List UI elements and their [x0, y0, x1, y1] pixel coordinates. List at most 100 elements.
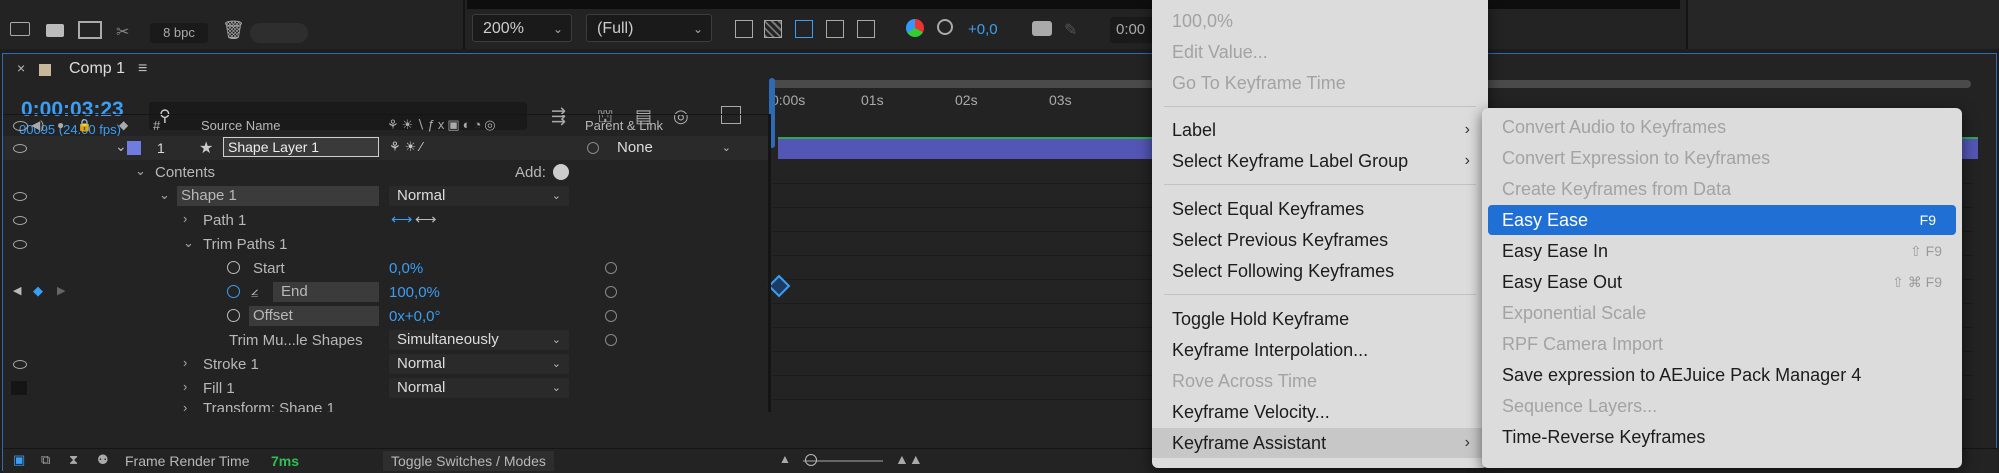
render-time-icon[interactable]: ⚉	[97, 452, 109, 468]
submenu-item-save-expression[interactable]: Save expression to AEJuice Pack Manager …	[1482, 360, 1962, 390]
stroke1-blend-dropdown[interactable]: Normal ⌄	[389, 354, 569, 374]
stopwatch-icon[interactable]	[227, 309, 240, 322]
menu-item-keyframe-assistant[interactable]: Keyframe Assistant ›	[1152, 428, 1488, 458]
end-row[interactable]: ◀ ◆ ▶ ⦤ End 100,0%	[3, 280, 768, 304]
menu-item-select-previous[interactable]: Select Previous Keyframes	[1152, 225, 1488, 255]
transfer-controls-toggle-icon[interactable]: ⧗	[69, 452, 78, 468]
twirl-down-icon[interactable]: ⌄	[115, 138, 127, 155]
flowchart-icon[interactable]	[10, 22, 30, 36]
twirl-down-icon[interactable]: ⌄	[159, 187, 170, 203]
color-channels-icon[interactable]	[906, 19, 924, 37]
render-toggle-icon[interactable]: ▣	[13, 452, 25, 468]
twirl-right-icon[interactable]: ›	[183, 400, 187, 412]
twirl-right-icon[interactable]: ›	[183, 379, 187, 394]
label-tag-icon[interactable]: ◆	[119, 118, 128, 132]
trim-multiple-dropdown[interactable]: Simultaneously ⌄	[389, 330, 569, 350]
pickwhip-icon[interactable]	[587, 142, 599, 154]
menu-item-toggle-hold[interactable]: Toggle Hold Keyframe	[1152, 304, 1488, 334]
close-tab-icon[interactable]: ×	[17, 60, 25, 76]
fast-preview-icon[interactable]	[735, 20, 753, 38]
expression-pickwhip-icon[interactable]	[605, 310, 617, 322]
menu-item-select-label-group[interactable]: Select Keyframe Label Group ›	[1152, 146, 1488, 176]
prev-keyframe-icon[interactable]: ◀	[13, 284, 21, 297]
start-row[interactable]: Start 0,0%	[3, 256, 768, 280]
next-keyframe-icon[interactable]: ▶	[57, 284, 65, 297]
path1-row[interactable]: › Path 1 ⟷ ⟷	[3, 208, 768, 232]
panel-menu-icon[interactable]: ≡	[138, 60, 147, 78]
stroke1-row[interactable]: › Stroke 1 Normal ⌄	[3, 352, 768, 376]
transform-row[interactable]: › Transform: Shape 1	[3, 400, 768, 412]
path-direction-icon[interactable]: ⟷	[391, 210, 413, 228]
twirl-right-icon[interactable]: ›	[183, 355, 187, 370]
solo-icon[interactable]: ●	[57, 118, 64, 132]
twirl-right-icon[interactable]: ›	[183, 211, 187, 226]
region-icon[interactable]	[826, 20, 844, 38]
twirl-down-icon[interactable]: ⌄	[183, 235, 194, 251]
expression-pickwhip-icon[interactable]	[605, 286, 617, 298]
film-icon[interactable]	[78, 21, 102, 39]
offset-row[interactable]: Offset 0x+0,0°	[3, 304, 768, 328]
add-label[interactable]: Add:	[515, 164, 546, 181]
menu-item-select-following[interactable]: Select Following Keyframes	[1152, 256, 1488, 286]
eye-icon[interactable]	[13, 240, 27, 249]
zoom-slider-handle[interactable]	[805, 454, 817, 466]
end-value[interactable]: 100,0%	[389, 284, 440, 301]
parent-dropdown[interactable]: None ⌄	[609, 138, 739, 158]
lock-icon[interactable]: 🔒	[77, 118, 92, 132]
shape1-label[interactable]: Shape 1	[177, 186, 379, 206]
layer-label-color[interactable]	[127, 141, 141, 155]
layer-name-field[interactable]: Shape Layer 1	[223, 137, 379, 157]
exposure-value[interactable]: +0,0	[968, 21, 998, 38]
shape1-blend-dropdown[interactable]: Normal ⌄	[389, 186, 569, 206]
exposure-reset-icon[interactable]	[937, 19, 953, 35]
zoom-out-mountain-icon[interactable]: ▲	[779, 452, 791, 466]
zoom-in-mountain-icon[interactable]: ▲▲	[895, 451, 923, 467]
eye-icon[interactable]	[13, 192, 27, 201]
submenu-item-easy-ease-out[interactable]: Easy Ease Out ⇧ ⌘ F9	[1482, 267, 1962, 297]
expression-pickwhip-icon[interactable]	[605, 334, 617, 346]
submenu-item-easy-ease-in[interactable]: Easy Ease In ⇧ F9	[1482, 236, 1962, 266]
submenu-item-time-reverse[interactable]: Time-Reverse Keyframes	[1482, 422, 1962, 452]
menu-item-keyframe-interpolation[interactable]: Keyframe Interpolation...	[1152, 335, 1488, 365]
layer-switches-toggle-icon[interactable]: ⧉	[41, 452, 50, 468]
expression-pickwhip-icon[interactable]	[605, 262, 617, 274]
keyframe-diamond-icon[interactable]: ◆	[33, 283, 43, 299]
zoom-dropdown[interactable]: 200% ⌄	[472, 14, 572, 42]
submenu-item-easy-ease[interactable]: Easy Ease F9	[1488, 205, 1956, 235]
audio-icon[interactable]: ◀)	[31, 118, 44, 132]
menu-item-select-equal[interactable]: Select Equal Keyframes	[1152, 194, 1488, 224]
shape1-row[interactable]: ⌄ Shape 1 Normal ⌄	[3, 184, 768, 208]
grid-guides-icon[interactable]	[857, 20, 875, 38]
eye-icon[interactable]	[13, 360, 27, 369]
show-snapshot-icon[interactable]: ✎	[1064, 20, 1077, 40]
camera-snapshot-icon[interactable]	[1032, 21, 1052, 36]
menu-item-keyframe-velocity[interactable]: Keyframe Velocity...	[1152, 397, 1488, 427]
add-play-icon[interactable]	[553, 164, 569, 180]
transparency-grid-icon[interactable]	[764, 20, 782, 38]
column-parent-link[interactable]: Parent & Link	[585, 118, 663, 133]
trim-paths-row[interactable]: ⌄ Trim Paths 1	[3, 232, 768, 256]
trash-proxy-icon[interactable]: ✂	[116, 22, 129, 42]
comp-tab-title[interactable]: Comp 1	[69, 60, 125, 78]
eye-icon[interactable]	[13, 216, 27, 225]
av-eye-icon[interactable]	[13, 121, 28, 131]
eye-icon[interactable]	[13, 144, 27, 153]
fill1-blend-dropdown[interactable]: Normal ⌄	[389, 378, 569, 398]
graph-icon[interactable]: ⦤	[251, 283, 258, 299]
layer-row[interactable]: ⌄ 1 ★ Shape Layer 1 ⚘☀∕ None ⌄	[3, 136, 768, 160]
mask-path-icon[interactable]	[795, 20, 813, 38]
trim-multiple-row[interactable]: Trim Mu...le Shapes Simultaneously ⌄	[3, 328, 768, 352]
resolution-dropdown[interactable]: (Full) ⌄	[586, 14, 712, 42]
stopwatch-active-icon[interactable]	[227, 285, 240, 298]
fill1-row[interactable]: › Fill 1 Normal ⌄	[3, 376, 768, 400]
toggle-switches-button[interactable]: Toggle Switches / Modes	[383, 451, 554, 471]
path-reverse-icon[interactable]: ⟷	[415, 210, 437, 228]
layer-switches[interactable]: ⚘☀∕	[389, 139, 426, 155]
menu-item-label[interactable]: Label ›	[1152, 115, 1488, 145]
offset-value[interactable]: 0x+0,0°	[389, 308, 440, 325]
eye-off-box[interactable]	[11, 381, 27, 395]
column-source-name[interactable]: Source Name	[201, 118, 280, 133]
bpc-badge[interactable]: 8 bpc	[150, 23, 208, 43]
trash-icon[interactable]: 🗑	[222, 20, 245, 41]
stopwatch-icon[interactable]	[227, 261, 240, 274]
